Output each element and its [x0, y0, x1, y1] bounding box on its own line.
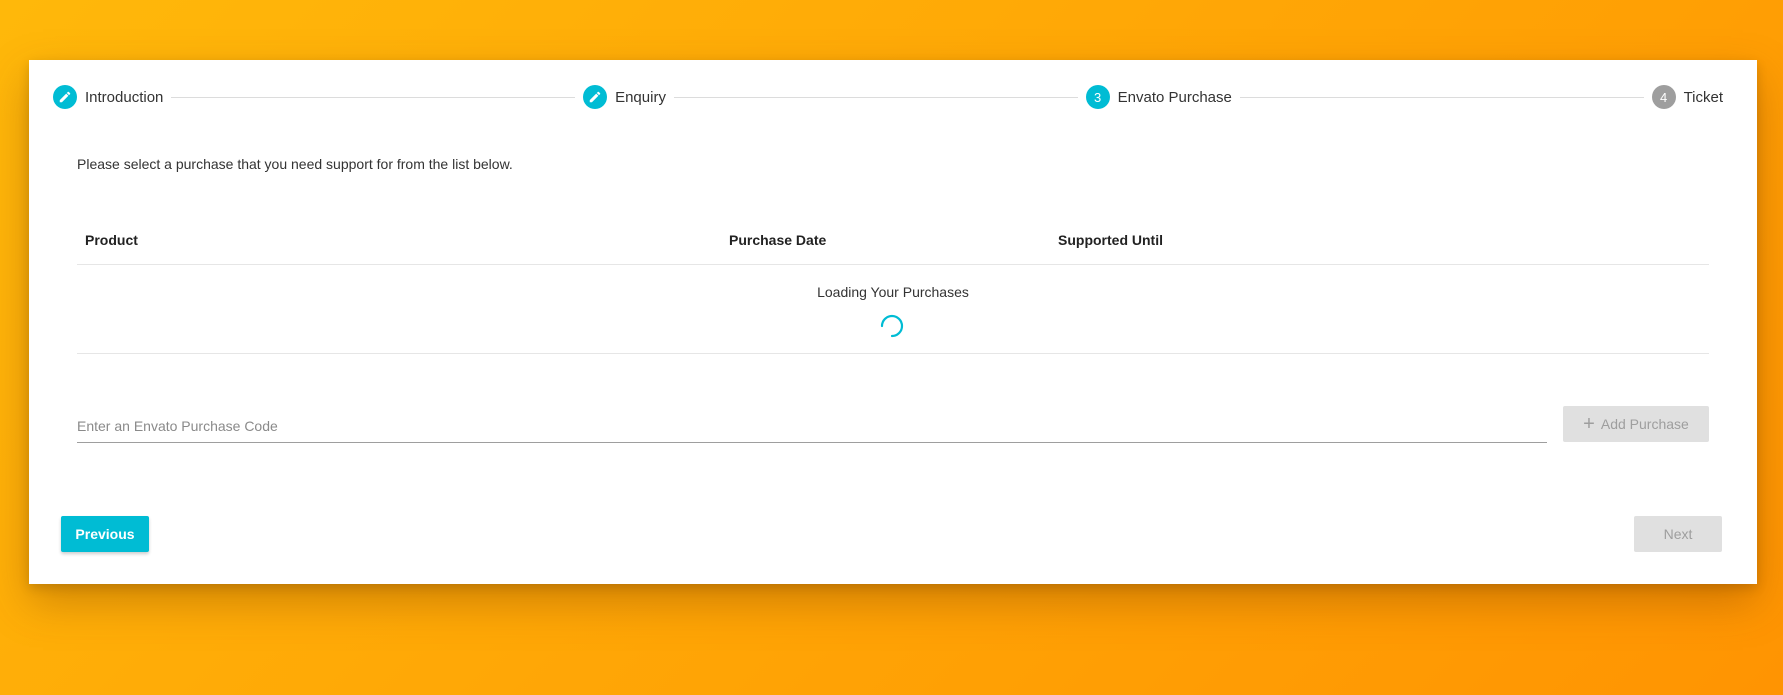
step-label: Envato Purchase [1117, 88, 1232, 106]
step-label: Ticket [1683, 88, 1724, 106]
step-connector [171, 96, 576, 98]
step-ticket[interactable]: 4 Ticket [1651, 85, 1724, 109]
add-purchase-label: Add Purchase [1600, 416, 1689, 432]
plus-icon: + [1583, 413, 1595, 435]
intro-text: Please select a purchase that you need s… [77, 156, 513, 172]
previous-button[interactable]: Previous [61, 516, 149, 552]
stepper: Introduction Enquiry 3 Envato Purchase 4… [53, 84, 1723, 110]
step-introduction[interactable]: Introduction [53, 85, 163, 109]
step-label: Introduction [85, 88, 164, 106]
step-number-badge: 3 [1085, 85, 1110, 109]
edit-icon [583, 85, 608, 109]
purchase-code-row: + Add Purchase [77, 406, 1709, 446]
step-connector [1239, 96, 1644, 98]
column-header-product[interactable]: Product [85, 232, 138, 248]
wizard-card: Introduction Enquiry 3 Envato Purchase 4… [29, 60, 1757, 584]
loading-spinner-icon [880, 314, 904, 338]
add-purchase-button[interactable]: + Add Purchase [1563, 406, 1709, 442]
purchases-table: Product Purchase Date Supported Until Lo… [77, 220, 1709, 354]
step-number-badge: 4 [1651, 85, 1676, 109]
step-connector [673, 96, 1078, 98]
next-button[interactable]: Next [1634, 516, 1722, 552]
table-body: Loading Your Purchases [77, 265, 1709, 354]
step-envato-purchase[interactable]: 3 Envato Purchase [1085, 85, 1232, 109]
column-header-supported-until[interactable]: Supported Until [1058, 232, 1163, 248]
step-label: Enquiry [615, 88, 666, 106]
step-enquiry[interactable]: Enquiry [583, 85, 666, 109]
loading-text: Loading Your Purchases [817, 284, 969, 300]
edit-icon [53, 85, 77, 109]
table-header: Product Purchase Date Supported Until [77, 220, 1709, 265]
purchase-code-input[interactable] [77, 410, 1547, 443]
column-header-purchase-date[interactable]: Purchase Date [729, 232, 826, 248]
